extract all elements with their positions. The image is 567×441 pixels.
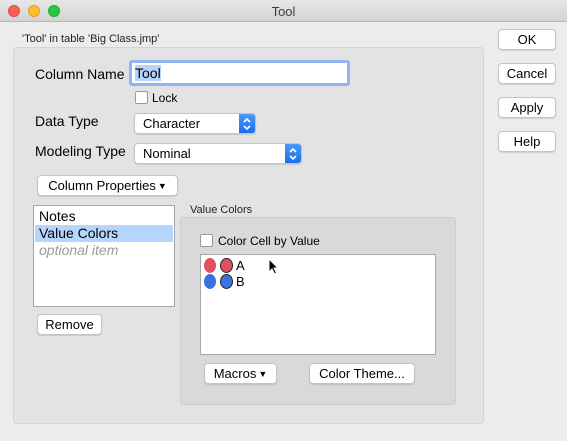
help-button[interactable]: Help: [498, 131, 556, 152]
updown-arrows-icon: [285, 144, 301, 163]
color-theme-button[interactable]: Color Theme...: [309, 363, 415, 384]
color-cell-checkbox[interactable]: [200, 234, 213, 247]
value-colors-title: Value Colors: [190, 204, 253, 216]
ok-button[interactable]: OK: [498, 29, 556, 50]
remove-button[interactable]: Remove: [37, 314, 102, 335]
data-type-select[interactable]: Character: [134, 113, 256, 134]
value-b-label: B: [236, 274, 245, 289]
column-name-label: Column Name: [35, 66, 125, 82]
window-title: Tool: [271, 4, 296, 19]
lock-label: Lock: [152, 91, 178, 105]
value-color-list[interactable]: A B: [200, 254, 436, 355]
value-b-swatch-selected[interactable]: [220, 274, 233, 289]
updown-arrows-icon: [239, 114, 255, 133]
list-item-optional[interactable]: optional item: [35, 242, 173, 259]
modeling-type-value: Nominal: [143, 146, 191, 161]
color-cell-label: Color Cell by Value: [218, 234, 320, 248]
column-name-value: Tool: [135, 65, 161, 81]
macros-label: Macros: [213, 366, 257, 381]
macros-button[interactable]: Macros ▼: [204, 363, 277, 384]
dropdown-arrow-icon: ▼: [258, 369, 268, 379]
title-bar: Tool: [0, 0, 567, 22]
value-a-label: A: [236, 258, 245, 273]
list-item-notes[interactable]: Notes: [35, 208, 173, 225]
modeling-type-select[interactable]: Nominal: [134, 143, 302, 164]
dropdown-arrow-icon: ▼: [157, 181, 167, 191]
column-properties-label: Column Properties: [48, 178, 156, 193]
column-properties-button[interactable]: Column Properties ▼: [37, 175, 178, 196]
lock-checkbox[interactable]: [135, 91, 148, 104]
data-type-label: Data Type: [35, 113, 99, 129]
cancel-button[interactable]: Cancel: [498, 63, 556, 84]
modeling-type-label: Modeling Type: [35, 143, 126, 159]
properties-list[interactable]: Notes Value Colors optional item: [33, 205, 175, 307]
value-a-swatch-selected[interactable]: [220, 258, 233, 273]
apply-button[interactable]: Apply: [498, 97, 556, 118]
mouse-cursor-icon: [268, 257, 280, 278]
list-item-value-colors[interactable]: Value Colors: [35, 225, 173, 242]
table-context-label: 'Tool' in table 'Big Class.jmp': [22, 33, 160, 45]
column-name-input[interactable]: Tool: [129, 60, 350, 86]
value-b-swatch[interactable]: [204, 274, 216, 289]
value-a-swatch[interactable]: [204, 258, 216, 273]
data-type-value: Character: [143, 116, 201, 131]
